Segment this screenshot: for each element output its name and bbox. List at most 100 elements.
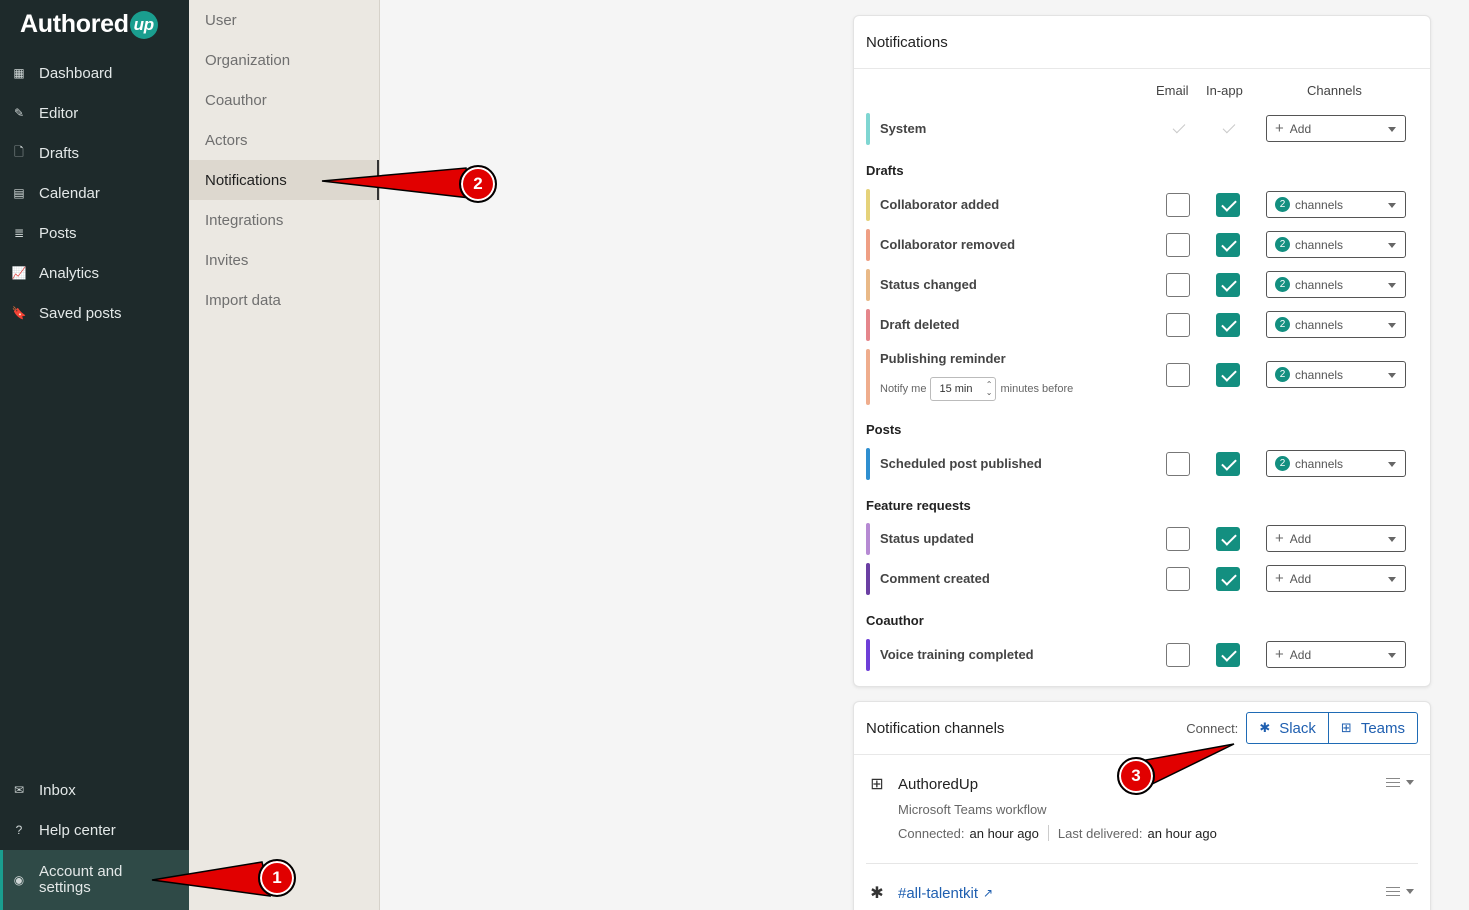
channel-menu-button[interactable]	[1386, 887, 1414, 896]
inapp-checkbox[interactable]	[1216, 233, 1240, 257]
select-label: channels	[1295, 367, 1344, 382]
settings-import-data[interactable]: Import data	[189, 280, 379, 320]
inapp-checkbox[interactable]	[1216, 527, 1240, 551]
nav-analytics[interactable]: 📈 Analytics	[0, 253, 189, 293]
caret-down-icon	[1388, 203, 1396, 208]
section-drafts: Drafts	[866, 163, 904, 178]
select-label: channels	[1295, 456, 1344, 471]
select-label: Add	[1289, 531, 1312, 546]
row-name: System	[880, 121, 927, 136]
inapp-checkbox[interactable]	[1216, 273, 1240, 297]
connected-label: Connected:	[898, 825, 965, 841]
settings-organization[interactable]: Organization	[189, 40, 379, 80]
slack-label: Slack	[1279, 719, 1316, 737]
inapp-checkbox[interactable]	[1216, 193, 1240, 217]
email-checkbox[interactable]	[1166, 452, 1190, 476]
inapp-checkbox[interactable]	[1216, 452, 1240, 476]
caret-down-icon	[1388, 653, 1396, 658]
channels-select[interactable]: 2 channels	[1266, 450, 1406, 477]
row-name: Status changed	[880, 277, 977, 292]
settings-coauthor[interactable]: Coauthor	[189, 80, 379, 120]
channels-select[interactable]: + Add	[1266, 115, 1406, 142]
connect-teams-button[interactable]: ⊞ Teams	[1327, 713, 1417, 743]
notification-channels-card: Notification channels Connect: ✱ Slack ⊞ T…	[853, 701, 1431, 910]
nav-inbox[interactable]: ✉ Inbox	[0, 770, 189, 810]
nav-label: Dashboard	[39, 64, 113, 82]
nav-label: Saved posts	[39, 304, 122, 322]
row-name: Draft deleted	[880, 317, 960, 332]
channel-menu-button[interactable]	[1386, 778, 1414, 787]
inapp-checkbox[interactable]	[1216, 643, 1240, 667]
meta-divider	[1047, 825, 1049, 841]
reminder-minutes-stepper[interactable]: 15 min ⌃ ⌄	[930, 377, 997, 401]
email-checkbox[interactable]	[1166, 363, 1190, 387]
row-color-bar	[866, 269, 870, 301]
nav-posts[interactable]: ≣ Posts	[0, 213, 189, 253]
reminder-notify: Notify me 15 min ⌃ ⌄ minutes before	[880, 377, 1073, 401]
bookmark-icon: 🔖	[11, 306, 27, 320]
settings-integrations[interactable]: Integrations	[189, 200, 379, 240]
nav-editor[interactable]: ✎ Editor	[0, 93, 189, 133]
notify-prefix: Notify me	[880, 383, 927, 395]
channels-select[interactable]: 2 channels	[1266, 361, 1406, 388]
select-label: Add	[1289, 121, 1312, 136]
settings-invites[interactable]: Invites	[189, 240, 379, 280]
settings-user[interactable]: User	[189, 0, 379, 40]
email-checkbox[interactable]	[1166, 313, 1190, 337]
row-color-bar	[866, 229, 870, 261]
channels-select[interactable]: 2 channels	[1266, 271, 1406, 298]
calendar-icon: ▤	[13, 186, 25, 200]
inapp-checkbox[interactable]	[1216, 567, 1240, 591]
stepper-arrows-icon[interactable]: ⌃ ⌄	[986, 381, 993, 397]
row-name: Collaborator added	[880, 197, 1000, 212]
channels-select[interactable]: 2 channels	[1266, 191, 1406, 218]
row-color-bar	[866, 113, 870, 145]
inapp-checkbox[interactable]	[1216, 363, 1240, 387]
select-label: channels	[1295, 197, 1344, 212]
email-checkbox[interactable]	[1166, 193, 1190, 217]
select-label: Add	[1289, 647, 1312, 662]
channels-select[interactable]: + Add	[1266, 641, 1406, 668]
row-name: Collaborator removed	[880, 237, 1016, 252]
nav-dashboard[interactable]: ▦ Dashboard	[0, 53, 189, 93]
email-checkbox[interactable]	[1166, 567, 1190, 591]
email-checkbox[interactable]	[1166, 233, 1190, 257]
email-checkbox[interactable]	[1166, 273, 1190, 297]
connect-group: Connect: ✱ Slack ⊞ Teams	[1186, 712, 1418, 744]
logo-text: Authored	[20, 10, 129, 38]
channel-count-badge: 2	[1275, 197, 1290, 212]
nav-drafts[interactable]: 🗋 Drafts	[0, 133, 189, 173]
external-link-icon[interactable]: ↗	[983, 886, 993, 900]
select-label: channels	[1295, 237, 1344, 252]
row-comment-created: Comment created + Add	[866, 563, 1422, 595]
channels-select[interactable]: 2 channels	[1266, 311, 1406, 338]
logo-mark: up	[129, 10, 158, 39]
col-channels: Channels	[1307, 83, 1362, 98]
settings-menu: User Organization Coauthor Actors Notifi…	[189, 0, 380, 910]
nav-label: Help center	[39, 821, 116, 839]
settings-notifications[interactable]: Notifications	[189, 160, 379, 200]
email-checkbox[interactable]	[1166, 643, 1190, 667]
main-sidebar: Authored up ▦ Dashboard ✎ Editor 🗋 Drafts ▤ C…	[0, 0, 189, 910]
nav-saved-posts[interactable]: 🔖 Saved posts	[0, 293, 189, 333]
select-label: Add	[1289, 571, 1312, 586]
select-label: channels	[1295, 277, 1344, 292]
channels-select[interactable]: + Add	[1266, 525, 1406, 552]
nav-account-settings[interactable]: ◉ Account and settings	[0, 850, 189, 910]
channels-select[interactable]: 2 channels	[1266, 231, 1406, 258]
settings-actors[interactable]: Actors	[189, 120, 379, 160]
teams-icon: ⊞	[1340, 720, 1352, 735]
connect-slack-button[interactable]: ✱ Slack	[1247, 713, 1328, 743]
inapp-check-icon	[1221, 121, 1237, 137]
inapp-checkbox[interactable]	[1216, 313, 1240, 337]
email-checkbox[interactable]	[1166, 527, 1190, 551]
authoredup-logo[interactable]: Authored up	[20, 10, 158, 39]
caret-down-icon	[1388, 373, 1396, 378]
caret-down-icon	[1406, 889, 1414, 894]
nav-calendar[interactable]: ▤ Calendar	[0, 173, 189, 213]
notifications-card: Notifications Email In-app Channels Syst…	[853, 15, 1431, 687]
channels-select[interactable]: + Add	[1266, 565, 1406, 592]
channel-link[interactable]: #all-talentkit	[898, 885, 978, 902]
teams-icon: ⊞	[870, 776, 884, 793]
nav-help-center[interactable]: ? Help center	[0, 810, 189, 850]
